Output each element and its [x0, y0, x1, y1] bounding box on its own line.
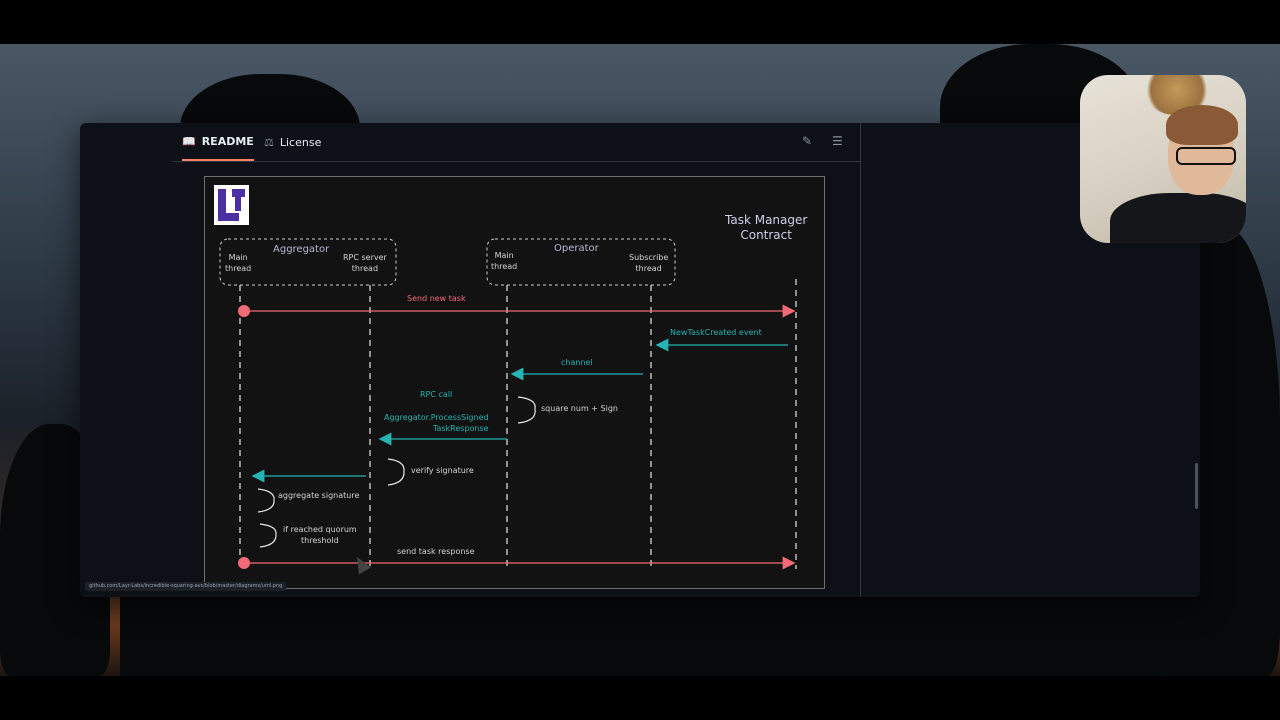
list-icon[interactable]: ☰	[832, 134, 843, 148]
operator-subscribe-thread-label: Subscribe thread	[629, 253, 669, 273]
readme-tabbar: 📖 README ⚖ License ✎ ☰	[172, 123, 860, 162]
scrollbar-thumb[interactable]	[1195, 463, 1198, 509]
letterbox-top	[0, 0, 1280, 44]
message-newtaskcreated: NewTaskCreated event	[670, 328, 762, 337]
webcam-overlay	[1080, 75, 1246, 243]
message-process-signed-response: Aggregator.ProcessSigned TaskResponse	[384, 413, 489, 433]
sequence-diagram-image: Task Manager Contract Aggregator Main thre…	[204, 176, 825, 589]
presenter-hair	[1166, 105, 1238, 145]
message-send-new-task: Send new task	[407, 294, 466, 303]
tab-license-label: License	[279, 135, 322, 149]
presenter-body	[1110, 193, 1246, 243]
book-icon: 📖	[182, 134, 196, 148]
aggregator-rpc-thread-label: RPC server thread	[343, 253, 387, 273]
operator-main-thread-label: Main thread	[491, 251, 518, 271]
note-quorum-threshold: if reached quorum threshold	[283, 525, 357, 545]
note-aggregate-signature: aggregate signature	[278, 491, 360, 500]
message-rpc-call: RPC call	[420, 390, 453, 399]
tab-readme[interactable]: 📖 README	[182, 123, 254, 161]
note-square-num-sign: square num + Sign	[541, 404, 618, 413]
message-channel: channel	[561, 358, 593, 367]
note-verify-signature: verify signature	[411, 466, 474, 475]
link-preview-statusbar: github.com/Layr-Labs/incredible-squaring…	[85, 582, 287, 591]
aggregator-main-thread-label: Main thread	[225, 253, 252, 273]
glasses-icon	[1176, 147, 1236, 165]
tab-readme-label: README	[201, 134, 254, 148]
eigenlayer-logo	[214, 185, 249, 225]
message-send-task-response: send task response	[397, 547, 475, 556]
pencil-icon[interactable]: ✎	[802, 134, 812, 148]
operator-label: Operator	[554, 243, 599, 254]
aggregator-label: Aggregator	[273, 244, 330, 255]
letterbox-bottom	[0, 676, 1280, 720]
task-manager-contract-label: Task Manager Contract	[725, 213, 808, 242]
scale-icon: ⚖	[264, 135, 274, 149]
tab-license[interactable]: ⚖ License	[264, 123, 321, 161]
